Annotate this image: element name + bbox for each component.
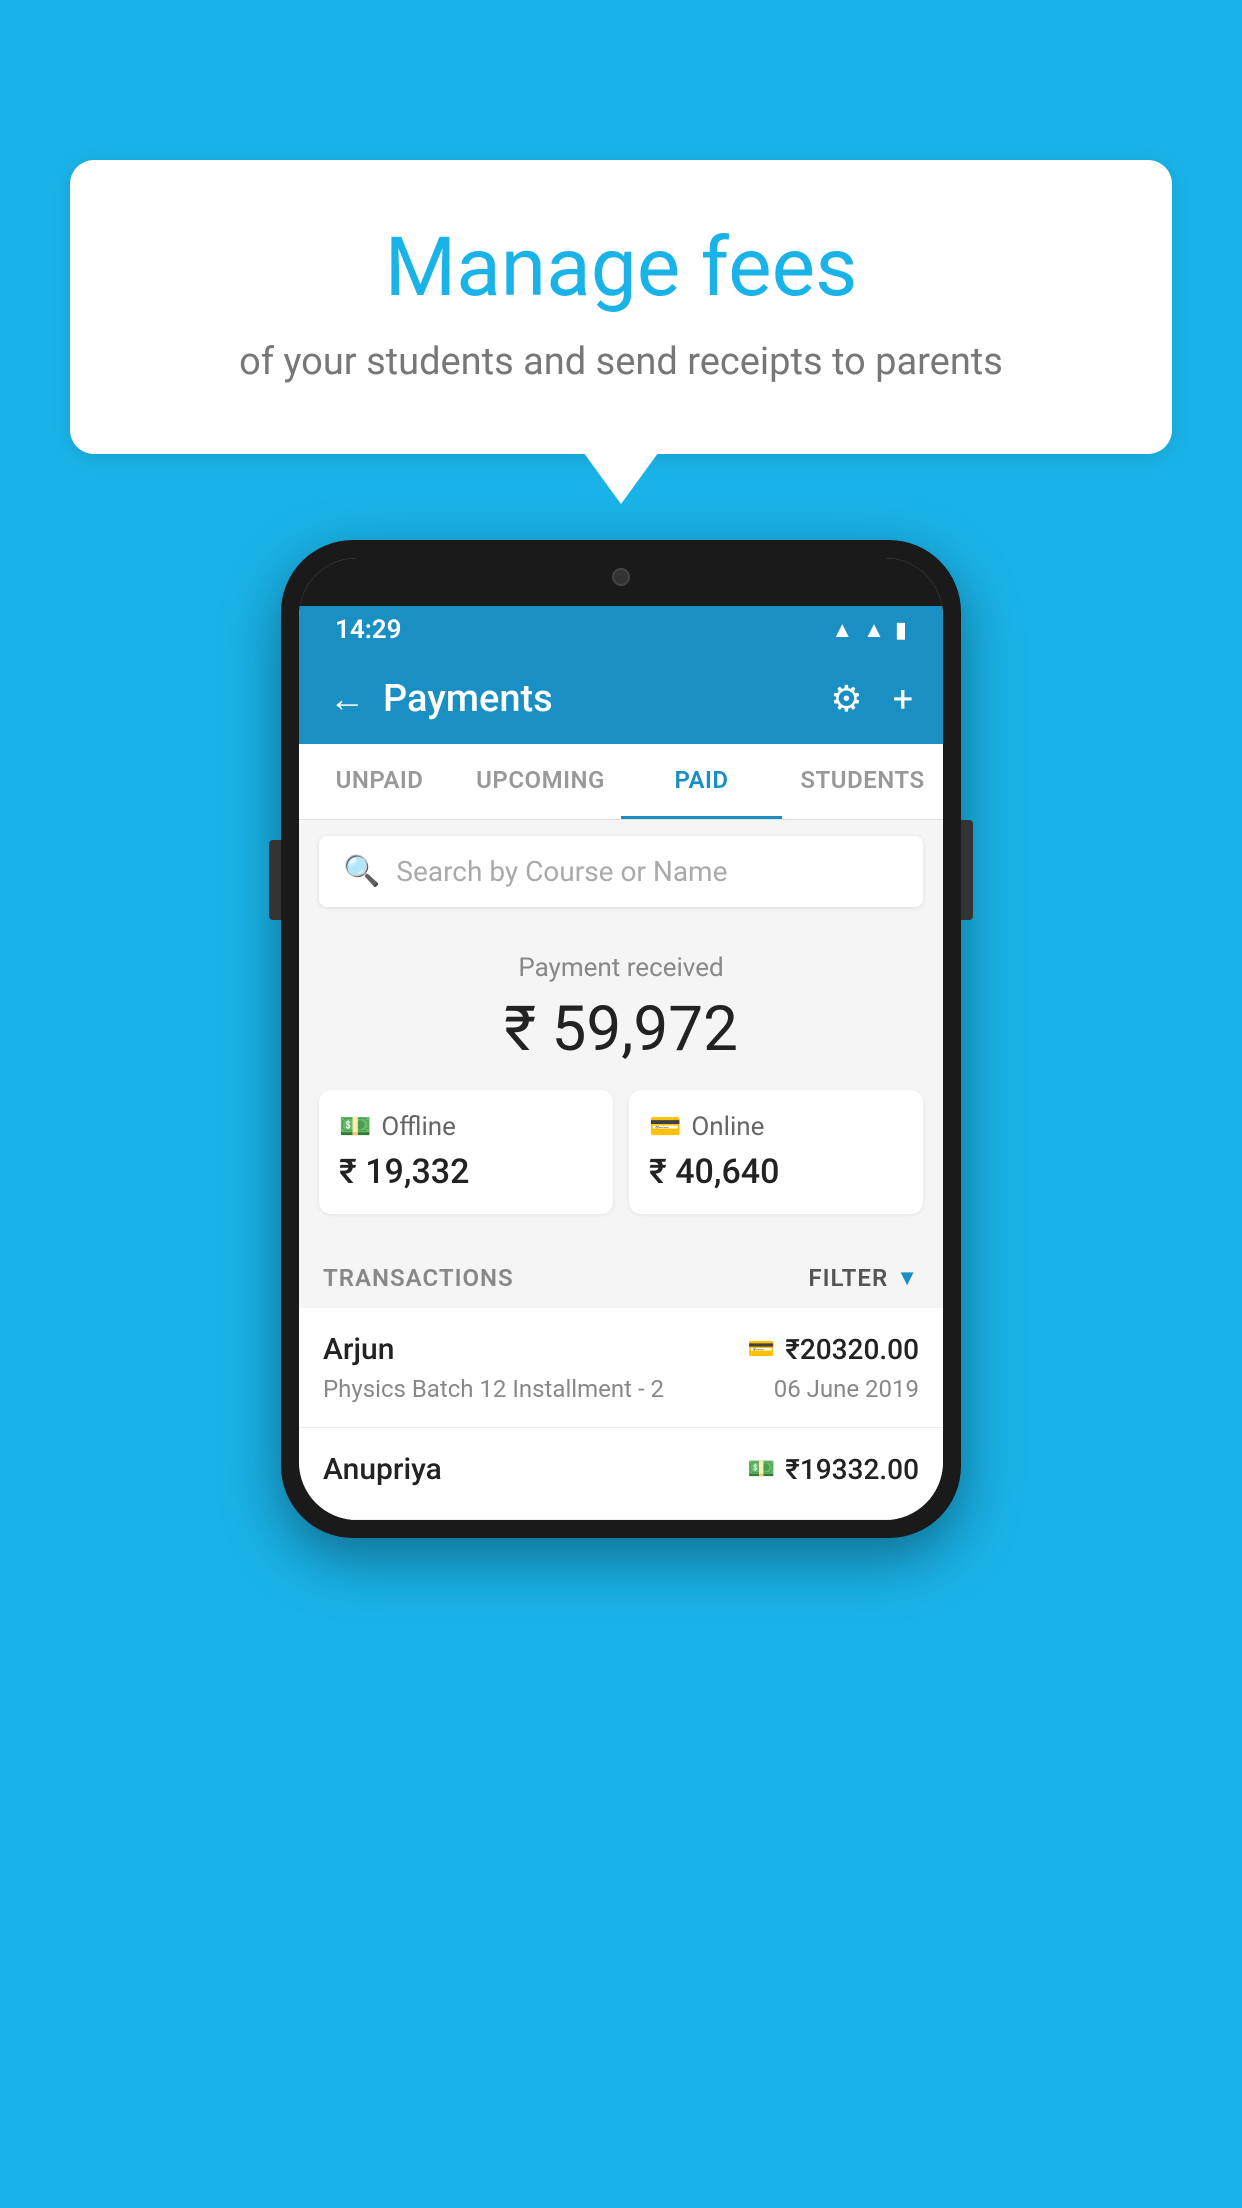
- payment-total-amount: ₹ 59,972: [319, 993, 923, 1066]
- transactions-label: TRANSACTIONS: [323, 1264, 514, 1292]
- tab-paid[interactable]: PAID: [621, 744, 782, 819]
- offline-amount: ₹ 19,332: [339, 1152, 593, 1192]
- phone-inner: 14:29 ▲ ▲ ▮ ← Payments ⚙ +: [299, 558, 943, 1520]
- filter-icon: ▼: [896, 1265, 919, 1291]
- online-amount: ₹ 40,640: [649, 1152, 903, 1192]
- online-card: 💳 Online ₹ 40,640: [629, 1090, 923, 1214]
- filter-label: FILTER: [808, 1264, 888, 1292]
- phone-notch: [299, 558, 943, 606]
- transaction-amount-row: 💵 ₹19332.00: [748, 1453, 919, 1486]
- offline-card: 💵 Offline ₹ 19,332: [319, 1090, 613, 1214]
- status-time: 14:29: [335, 615, 402, 645]
- transaction-amount: ₹19332.00: [785, 1453, 919, 1486]
- transaction-row-top: Arjun 💳 ₹20320.00: [323, 1332, 919, 1367]
- camera: [612, 568, 630, 586]
- phone-mockup: 14:29 ▲ ▲ ▮ ← Payments ⚙ +: [281, 540, 961, 1538]
- app-bar-title: Payments: [383, 677, 553, 721]
- speech-bubble: Manage fees of your students and send re…: [70, 160, 1172, 454]
- cash-payment-icon: 💵: [748, 1457, 775, 1482]
- filter-button[interactable]: FILTER ▼: [808, 1264, 919, 1292]
- payment-summary: Payment received ₹ 59,972 💵 Offline ₹ 19…: [299, 923, 943, 1244]
- app-bar-right: ⚙ +: [830, 678, 913, 720]
- cash-icon: 💵: [339, 1112, 371, 1142]
- transaction-row-top: Anupriya 💵 ₹19332.00: [323, 1452, 919, 1487]
- transaction-name: Arjun: [323, 1332, 394, 1367]
- settings-icon[interactable]: ⚙: [830, 678, 862, 720]
- table-row[interactable]: Anupriya 💵 ₹19332.00: [299, 1428, 943, 1520]
- phone-outer: 14:29 ▲ ▲ ▮ ← Payments ⚙ +: [281, 540, 961, 1538]
- search-icon: 🔍: [343, 854, 380, 889]
- transaction-amount-row: 💳 ₹20320.00: [748, 1333, 919, 1366]
- search-container: 🔍 Search by Course or Name: [299, 820, 943, 923]
- speech-bubble-subtitle: of your students and send receipts to pa…: [150, 340, 1092, 384]
- tab-students[interactable]: STUDENTS: [782, 744, 943, 819]
- app-bar: ← Payments ⚙ +: [299, 654, 943, 744]
- tab-upcoming[interactable]: UPCOMING: [460, 744, 621, 819]
- transaction-row-bottom: Physics Batch 12 Installment - 2 06 June…: [323, 1375, 919, 1403]
- back-button[interactable]: ←: [329, 678, 365, 720]
- transactions-header: TRANSACTIONS FILTER ▼: [299, 1244, 943, 1308]
- transaction-amount: ₹20320.00: [785, 1333, 919, 1366]
- app-bar-left: ← Payments: [329, 677, 553, 721]
- search-box[interactable]: 🔍 Search by Course or Name: [319, 836, 923, 907]
- payment-cards: 💵 Offline ₹ 19,332 💳 Online ₹ 40,640: [319, 1090, 923, 1214]
- card-icon: 💳: [649, 1112, 681, 1142]
- offline-card-header: 💵 Offline: [339, 1112, 593, 1142]
- table-row[interactable]: Arjun 💳 ₹20320.00 Physics Batch 12 Insta…: [299, 1308, 943, 1428]
- wifi-icon: ▲: [831, 617, 853, 643]
- tab-unpaid[interactable]: UNPAID: [299, 744, 460, 819]
- online-label: Online: [691, 1112, 764, 1142]
- tabs: UNPAID UPCOMING PAID STUDENTS: [299, 744, 943, 820]
- signal-icon: ▲: [863, 617, 885, 643]
- speech-bubble-title: Manage fees: [150, 220, 1092, 316]
- payment-received-label: Payment received: [319, 953, 923, 983]
- status-icons: ▲ ▲ ▮: [831, 617, 907, 643]
- search-input[interactable]: Search by Course or Name: [396, 855, 727, 888]
- notch-bump: [541, 558, 701, 598]
- transaction-name: Anupriya: [323, 1452, 442, 1487]
- status-bar: 14:29 ▲ ▲ ▮: [299, 606, 943, 654]
- add-icon[interactable]: +: [893, 678, 913, 720]
- speech-bubble-container: Manage fees of your students and send re…: [70, 160, 1172, 454]
- battery-icon: ▮: [895, 618, 907, 643]
- online-card-header: 💳 Online: [649, 1112, 903, 1142]
- transaction-list: Arjun 💳 ₹20320.00 Physics Batch 12 Insta…: [299, 1308, 943, 1520]
- card-payment-icon: 💳: [748, 1337, 775, 1362]
- transaction-date: 06 June 2019: [774, 1375, 919, 1403]
- offline-label: Offline: [381, 1112, 456, 1142]
- transaction-detail: Physics Batch 12 Installment - 2: [323, 1375, 664, 1403]
